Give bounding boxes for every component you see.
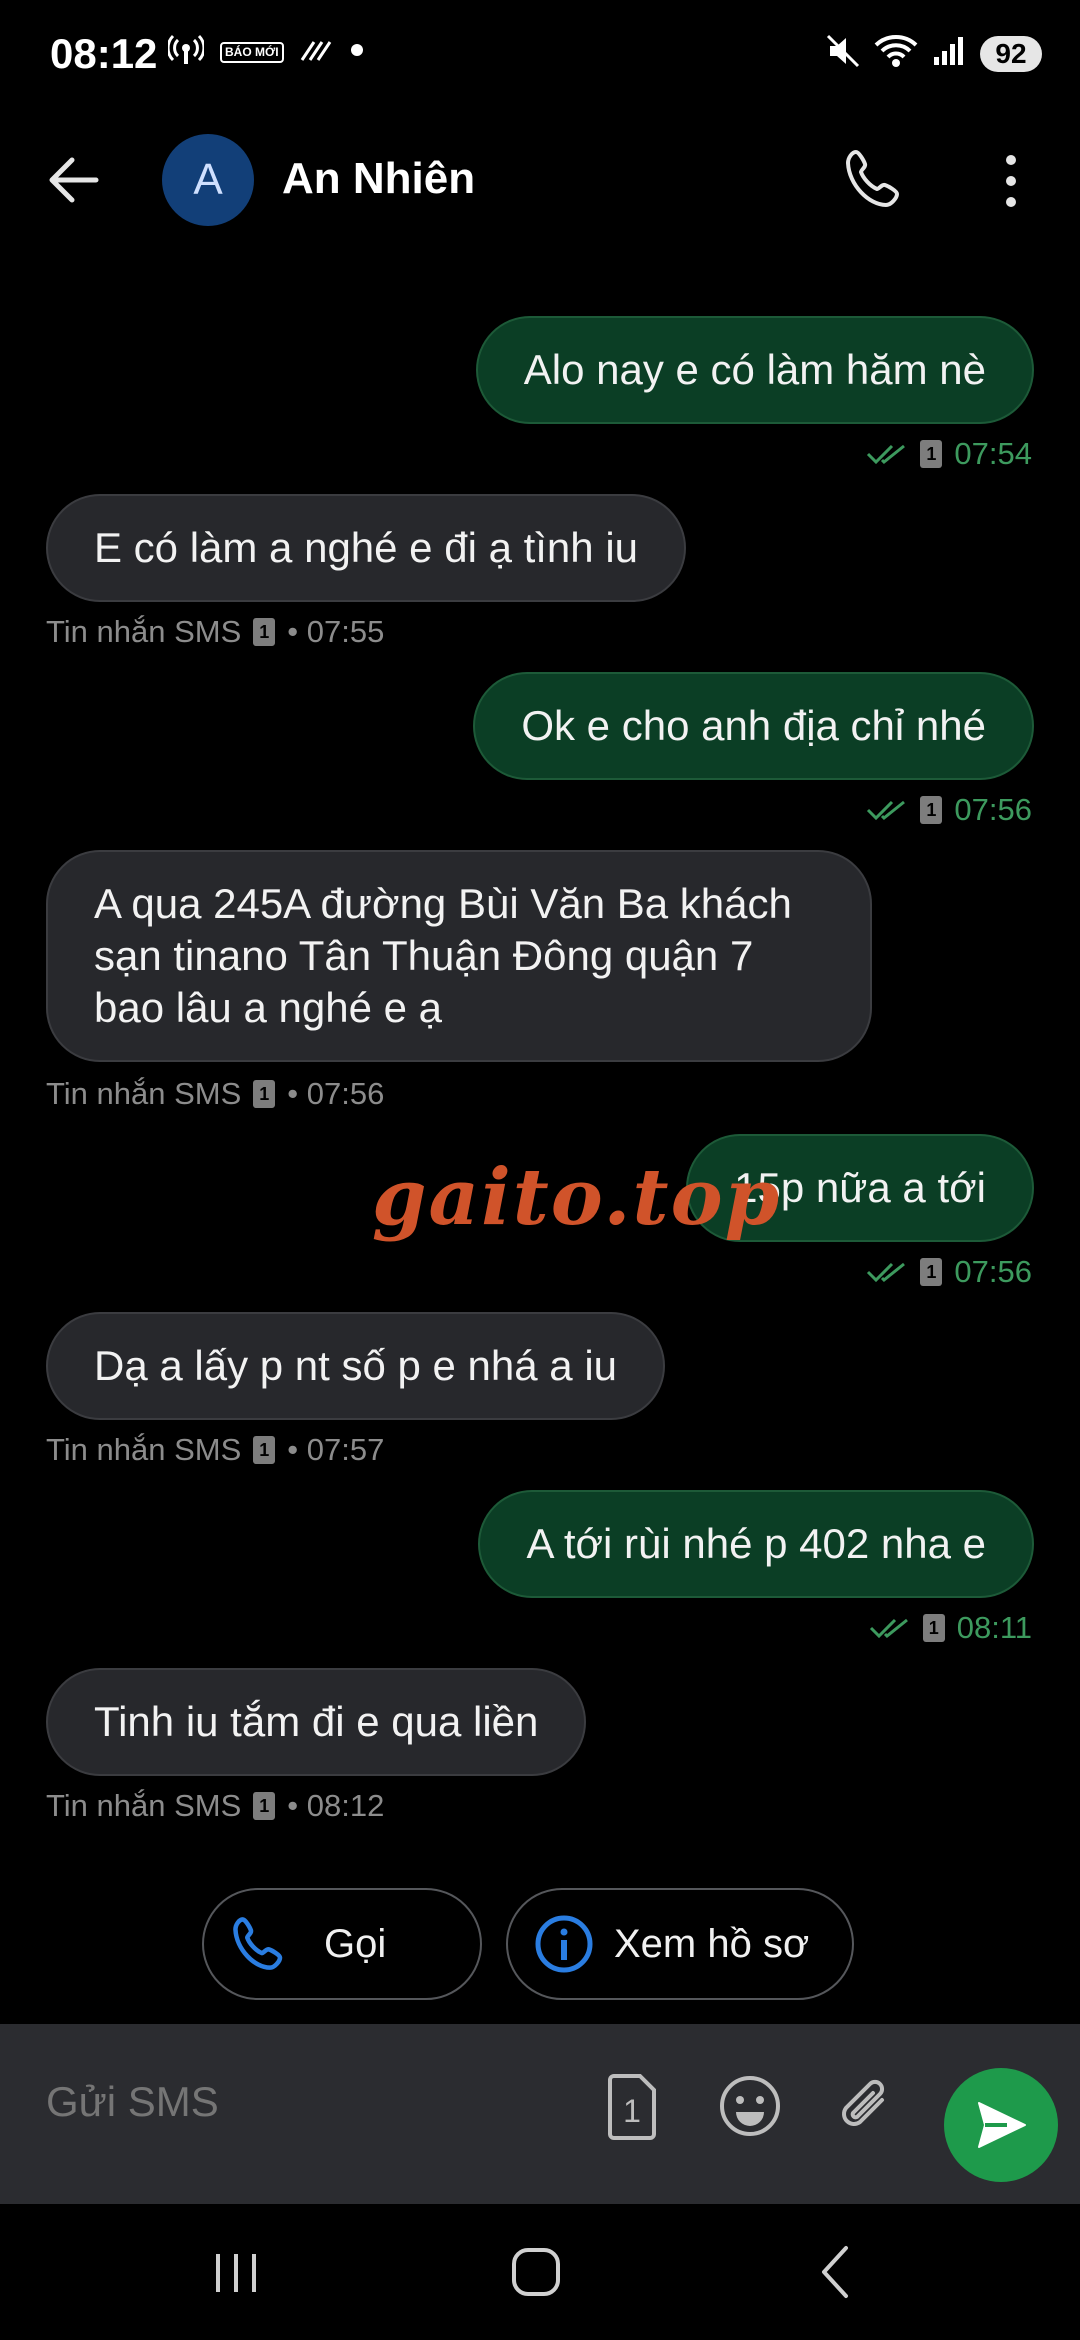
message-label: Tin nhắn SMS bbox=[46, 1076, 242, 1111]
message-time: 08:11 bbox=[956, 1610, 1032, 1645]
sim-card-icon: 1 bbox=[608, 2074, 656, 2140]
message-time: 07:54 bbox=[954, 436, 1032, 471]
view-profile-label: Xem hồ sơ bbox=[614, 1921, 810, 1966]
message-time: • 08:12 bbox=[287, 1788, 385, 1823]
home-icon bbox=[512, 2248, 560, 2296]
message-bubble-outgoing[interactable]: Ok e cho anh địa chỉ nhé bbox=[473, 672, 1034, 780]
phone-icon bbox=[233, 1917, 283, 1970]
emoji-icon bbox=[720, 2076, 780, 2136]
sim-icon: 1 bbox=[253, 618, 276, 646]
send-button[interactable] bbox=[944, 2068, 1058, 2182]
watermark: gaito.top bbox=[372, 1152, 782, 1243]
message-meta: Tin nhắn SMS 1 • 07:55 bbox=[46, 614, 384, 650]
message-label: Tin nhắn SMS bbox=[46, 1788, 242, 1823]
sms-input[interactable] bbox=[46, 2078, 566, 2126]
call-chip-label: Gọi bbox=[324, 1921, 387, 1966]
message-bubble-incoming[interactable]: A qua 245A đường Bùi Văn Ba khách sạn ti… bbox=[46, 850, 872, 1062]
more-vert-icon bbox=[1006, 155, 1016, 207]
composer-bar: 1 bbox=[0, 2024, 1080, 2204]
message-bubble-outgoing[interactable]: A tới rùi nhé p 402 nha e bbox=[478, 1490, 1034, 1598]
sim-icon: 1 bbox=[920, 440, 943, 468]
sim-icon: 1 bbox=[922, 1614, 945, 1642]
recents-button[interactable] bbox=[196, 2240, 276, 2304]
message-bubble-incoming[interactable]: Dạ a lấy p nt số p e nhá a iu bbox=[46, 1312, 666, 1420]
sim-select-button[interactable]: 1 bbox=[602, 2072, 672, 2142]
message-bubble-outgoing[interactable]: Alo nay e có làm hăm nè bbox=[475, 316, 1034, 424]
recents-icon bbox=[216, 2254, 256, 2292]
status-bar: 08:12 BÁO MỚI 92 bbox=[0, 0, 1080, 110]
mute-icon bbox=[826, 34, 860, 73]
sim-icon: 1 bbox=[253, 1080, 276, 1108]
double-check-icon bbox=[869, 1618, 908, 1639]
wifi-icon bbox=[874, 34, 918, 73]
hotspot-icon bbox=[166, 34, 206, 71]
message-time: • 07:57 bbox=[287, 1432, 385, 1467]
phone-icon bbox=[846, 150, 899, 207]
status-right-icons: 92 bbox=[826, 34, 1042, 73]
message-meta: 1 07:56 bbox=[866, 792, 1032, 828]
sim-icon: 1 bbox=[920, 796, 943, 824]
message-bubble-incoming[interactable]: E có làm a nghé e đi ạ tình iu bbox=[46, 494, 687, 602]
message-bubble-incoming[interactable]: Tinh iu tắm đi e qua liền bbox=[46, 1668, 587, 1776]
conversation-header: A An Nhiên bbox=[0, 120, 1080, 240]
attach-button[interactable] bbox=[832, 2072, 902, 2142]
status-time: 08:12 bbox=[50, 30, 158, 77]
paperclip-icon bbox=[842, 2079, 885, 2126]
message-label: Tin nhắn SMS bbox=[46, 614, 242, 649]
sim-icon: 1 bbox=[920, 1258, 943, 1286]
back-button[interactable] bbox=[44, 150, 114, 210]
view-profile-button[interactable]: Xem hồ sơ bbox=[506, 1888, 854, 2000]
message-time: • 07:56 bbox=[287, 1076, 385, 1111]
svg-text:1: 1 bbox=[623, 2093, 641, 2129]
sim-icon: 1 bbox=[253, 1436, 276, 1464]
avatar[interactable]: A bbox=[162, 134, 254, 226]
message-meta: Tin nhắn SMS 1 • 07:56 bbox=[46, 1076, 384, 1112]
double-check-icon bbox=[867, 800, 906, 821]
call-chip-button[interactable]: Gọi bbox=[202, 1888, 482, 2000]
message-meta: 1 08:11 bbox=[869, 1610, 1032, 1646]
message-time: 07:56 bbox=[954, 1254, 1032, 1289]
more-options-button[interactable] bbox=[994, 146, 1028, 216]
dot-icon bbox=[350, 43, 364, 62]
home-button[interactable] bbox=[496, 2240, 576, 2304]
signal-icon bbox=[932, 35, 966, 72]
message-meta: 1 07:54 bbox=[866, 436, 1032, 472]
sim-icon: 1 bbox=[253, 1792, 276, 1820]
baomoi-icon: BÁO MỚI bbox=[220, 42, 284, 63]
send-icon bbox=[978, 2102, 1026, 2148]
status-left-icons: BÁO MỚI bbox=[166, 34, 364, 71]
data-saver-icon bbox=[300, 38, 334, 67]
call-button[interactable] bbox=[842, 146, 912, 216]
back-arrow-icon bbox=[49, 157, 99, 203]
double-check-icon bbox=[867, 444, 906, 465]
double-check-icon bbox=[867, 1262, 906, 1283]
navigation-bar bbox=[0, 2204, 1080, 2340]
contact-name[interactable]: An Nhiên bbox=[282, 154, 475, 204]
message-time: 07:56 bbox=[954, 792, 1032, 827]
battery-icon: 92 bbox=[980, 35, 1042, 72]
message-meta: 1 07:56 bbox=[866, 1254, 1032, 1290]
emoji-button[interactable] bbox=[716, 2072, 786, 2142]
message-time: • 07:55 bbox=[287, 614, 385, 649]
back-chevron-icon bbox=[822, 2246, 848, 2298]
message-meta: Tin nhắn SMS 1 • 08:12 bbox=[46, 1788, 384, 1824]
info-icon bbox=[535, 1915, 593, 1973]
message-meta: Tin nhắn SMS 1 • 07:57 bbox=[46, 1432, 384, 1468]
back-nav-button[interactable] bbox=[798, 2240, 878, 2304]
message-label: Tin nhắn SMS bbox=[46, 1432, 242, 1467]
